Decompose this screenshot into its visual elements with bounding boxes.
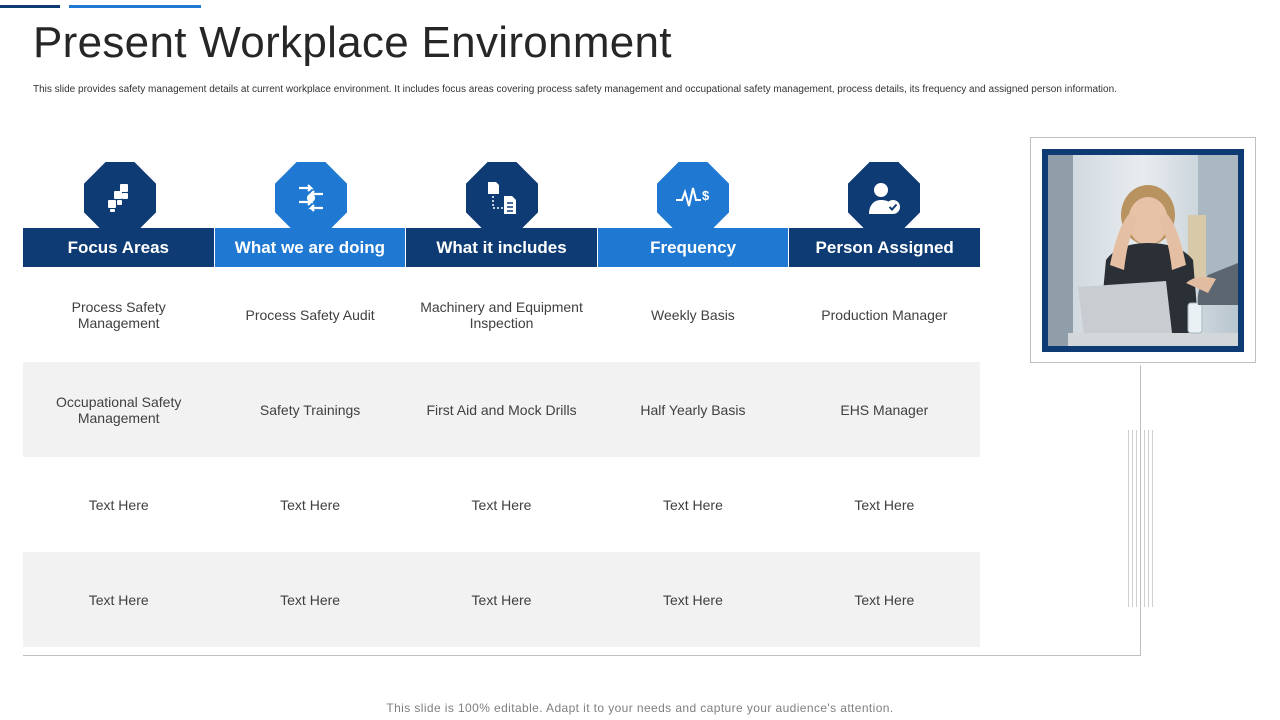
connector-line: [1140, 365, 1141, 656]
hatch-line: [1152, 430, 1153, 607]
table-cell: Text Here: [471, 591, 532, 608]
bottom-divider: [23, 655, 1141, 656]
table-cell: Text Here: [471, 496, 532, 513]
table-cell: EHS Manager: [840, 401, 929, 418]
table-cell: Weekly Basis: [651, 306, 735, 323]
stressed-woman-photo: [1042, 149, 1244, 352]
table-row: Text Here Text Here Text Here Text Here …: [23, 552, 980, 647]
table-cell: Process Safety Audit: [245, 306, 375, 323]
table-cell: Text Here: [662, 591, 723, 608]
pulse-dollar-icon: $: [657, 162, 729, 234]
hatch-line: [1136, 430, 1137, 607]
header-icons: $: [23, 162, 980, 234]
table-row: Process Safety Management Process Safety…: [23, 267, 980, 362]
footer-note: This slide is 100% editable. Adapt it to…: [386, 701, 894, 715]
table-cell: Text Here: [280, 591, 341, 608]
table-cell: Occupational Safety Management: [56, 393, 182, 426]
table-row: Occupational Safety Management Safety Tr…: [23, 362, 980, 457]
table-cell: Text Here: [854, 591, 915, 608]
safety-table: $ Focus Areas What we are doing What it …: [23, 162, 980, 647]
table-cell: Machinery and Equipment Inspection: [420, 298, 583, 331]
table-cell: Safety Trainings: [259, 401, 361, 418]
svg-text:$: $: [702, 188, 710, 203]
table-cell: First Aid and Mock Drills: [426, 401, 577, 418]
hatch-line: [1128, 430, 1129, 607]
table-cell: Text Here: [88, 591, 149, 608]
photo-frame: [1030, 137, 1256, 363]
blocks-icon: [84, 162, 156, 234]
table-cell: Text Here: [280, 496, 341, 513]
table-cell: Production Manager: [821, 306, 948, 323]
table-cell: Text Here: [662, 496, 723, 513]
hatch-line: [1148, 430, 1149, 607]
hatch-line: [1144, 430, 1145, 607]
documents-icon: [466, 162, 538, 234]
table-cell: Half Yearly Basis: [640, 401, 746, 418]
table-cell: Process Safety Management: [71, 298, 166, 331]
process-arrows-icon: [275, 162, 347, 234]
page-subtitle: This slide provides safety management de…: [33, 84, 1117, 95]
hatch-line: [1132, 430, 1133, 607]
table-cell: Text Here: [88, 496, 149, 513]
table-cell: Text Here: [854, 496, 915, 513]
table-row: Text Here Text Here Text Here Text Here …: [23, 457, 980, 552]
accent-bar-dark: [0, 5, 60, 8]
person-check-icon: [848, 162, 920, 234]
page-title: Present Workplace Environment: [33, 18, 672, 67]
accent-bar-light: [69, 5, 201, 8]
